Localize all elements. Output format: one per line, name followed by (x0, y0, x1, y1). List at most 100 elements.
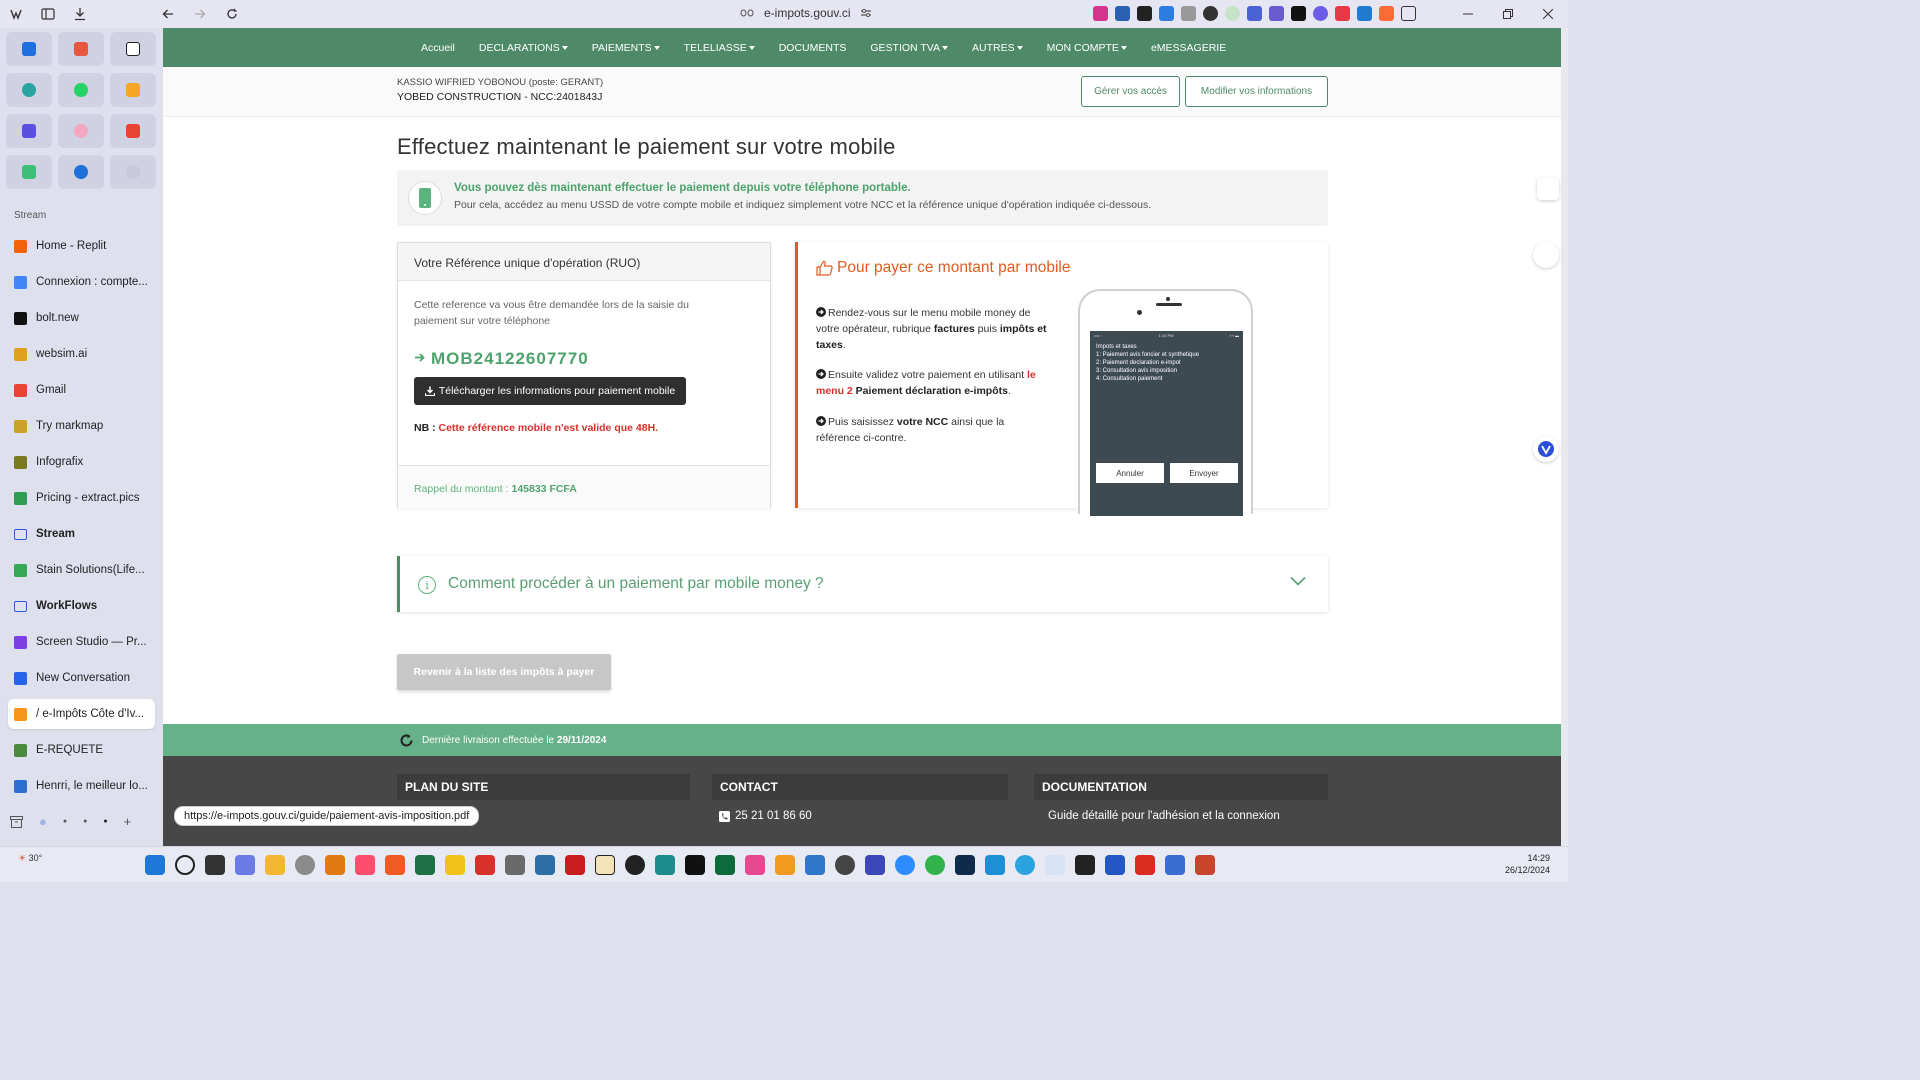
sidebar-item[interactable]: Gmail (8, 375, 155, 405)
nav-item[interactable]: TELELIASSE (672, 42, 767, 54)
chevron-down-icon[interactable] (1290, 576, 1306, 586)
archive-icon[interactable] (10, 815, 23, 828)
manage-access-button[interactable]: Gérer vos accès (1081, 76, 1180, 107)
extension-cube-icon[interactable] (1137, 6, 1152, 21)
task-view-icon[interactable] (205, 855, 225, 875)
search-icon[interactable] (175, 855, 195, 875)
sidebar-item[interactable]: Connexion : compte... (8, 267, 155, 297)
extension-arrow-icon[interactable] (1159, 6, 1174, 21)
pinned-edge-icon[interactable] (6, 73, 52, 107)
split-view-icon[interactable] (1401, 6, 1416, 21)
sidebar-item[interactable]: Henrri, le meilleur lo... (8, 771, 155, 801)
extension-camera-icon[interactable] (1181, 6, 1196, 21)
sidebar-item[interactable]: Try markmap (8, 411, 155, 441)
sidebar-item[interactable]: WorkFlows (8, 591, 155, 621)
nav-item[interactable]: GESTION TVA (858, 42, 960, 54)
back-to-list-button[interactable]: Revenir à la liste des impôts à payer (397, 654, 611, 690)
footer-doc-link[interactable]: Guide détaillé pour l'adhésion et la con… (1048, 810, 1280, 822)
app-black-icon[interactable] (685, 855, 705, 875)
faq-accordion[interactable]: i Comment procéder à un paiement par mob… (397, 556, 1328, 612)
zoom-icon[interactable] (895, 855, 915, 875)
tune-icon[interactable] (860, 8, 872, 18)
davinci-icon[interactable] (1075, 855, 1095, 875)
sidebar-item[interactable]: E-REQUETE (8, 735, 155, 765)
page-scrollbar[interactable] (1561, 28, 1568, 846)
brave-icon[interactable] (385, 855, 405, 875)
sidebar-item[interactable]: / e-Impôts Côte d'Iv... (8, 699, 155, 729)
nav-item[interactable]: AUTRES (960, 42, 1035, 54)
extension-grid-icon[interactable] (1247, 6, 1262, 21)
app-notes-icon[interactable] (1165, 855, 1185, 875)
extension-store-icon[interactable] (1379, 6, 1394, 21)
app-leaf-icon[interactable] (925, 855, 945, 875)
app-blue-icon[interactable] (535, 855, 555, 875)
space-dot-icon[interactable]: ● (63, 818, 67, 825)
reload-icon[interactable] (224, 6, 240, 22)
extension-avatar-icon[interactable] (1335, 6, 1350, 21)
add-space-icon[interactable]: + (124, 814, 132, 829)
pinned-empty-icon[interactable] (110, 155, 156, 189)
minimize-icon[interactable] (1448, 0, 1488, 28)
download-icon[interactable] (72, 6, 88, 22)
sidebar-item[interactable]: bolt.new (8, 303, 155, 333)
sidebar-item[interactable]: Pricing - extract.pics (8, 483, 155, 513)
site-info-icon[interactable] (740, 8, 754, 18)
sidebar-item[interactable]: Stain Solutions(Life... (8, 555, 155, 585)
photoshop-icon[interactable] (955, 855, 975, 875)
app-teal-icon[interactable] (655, 855, 675, 875)
extension-mask-icon[interactable] (1291, 6, 1306, 21)
app-orange-icon[interactable] (775, 855, 795, 875)
weather-widget[interactable]: ☀ 30° (18, 853, 42, 864)
powerbi-icon[interactable] (445, 855, 465, 875)
space-dot-icon[interactable]: ● (39, 814, 47, 829)
nav-item[interactable]: PAIEMENTS (580, 42, 672, 54)
acrobat-reader-icon[interactable] (1135, 855, 1155, 875)
pinned-gmail-icon[interactable] (110, 114, 156, 148)
extension-s-icon[interactable] (1357, 6, 1372, 21)
app-g-icon[interactable] (865, 855, 885, 875)
nav-item[interactable]: DOCUMENTS (767, 42, 859, 54)
app-green-icon[interactable] (715, 855, 735, 875)
app-pink-icon[interactable] (745, 855, 765, 875)
obs-icon[interactable] (835, 855, 855, 875)
restore-icon[interactable] (1488, 0, 1528, 28)
app-paint-icon[interactable] (1045, 855, 1065, 875)
extension-download-icon[interactable] (1093, 6, 1108, 21)
sidebar-item[interactable]: Infografix (8, 447, 155, 477)
copilot-icon[interactable] (235, 855, 255, 875)
pinned-chart-icon[interactable] (110, 73, 156, 107)
sidebar-item[interactable]: Screen Studio — Pr... (8, 627, 155, 657)
app-tiles-icon[interactable] (805, 855, 825, 875)
sidebar-item[interactable]: Home - Replit (8, 231, 155, 261)
url-text[interactable]: e-impots.gouv.ci (764, 6, 850, 20)
close-icon[interactable] (1528, 0, 1568, 28)
extension-sun-icon[interactable] (1313, 6, 1328, 21)
sidebar-item[interactable]: New Conversation (8, 663, 155, 693)
app-p-icon[interactable] (595, 855, 615, 875)
floating-assistant-icon[interactable] (1533, 436, 1559, 462)
chatgpt-icon[interactable] (625, 855, 645, 875)
extension-leaf-icon[interactable] (1225, 6, 1240, 21)
pinned-dropbox-icon[interactable] (6, 32, 52, 66)
pinned-bars-icon[interactable] (6, 155, 52, 189)
address-bar[interactable]: e-impots.gouv.ci (740, 6, 872, 20)
download-mobile-info-button[interactable]: Télécharger les informations pour paieme… (414, 377, 686, 405)
nav-item[interactable]: DECLARATIONS (467, 42, 580, 54)
pinned-v-icon[interactable] (6, 114, 52, 148)
system-clock[interactable]: 14:29 26/12/2024 (1505, 852, 1550, 876)
pinned-pink-icon[interactable] (58, 114, 104, 148)
sidebar-toggle-icon[interactable] (40, 6, 56, 22)
telegram-icon[interactable] (1015, 855, 1035, 875)
nav-item[interactable]: MON COMPTE (1035, 42, 1139, 54)
pinned-m-icon[interactable] (58, 32, 104, 66)
floating-translate-icon[interactable] (1537, 178, 1559, 200)
excel-icon[interactable] (415, 855, 435, 875)
arc-browser-icon[interactable] (355, 855, 375, 875)
space-dot-icon[interactable]: ● (83, 818, 87, 825)
forward-icon[interactable] (192, 6, 208, 22)
sidebar-item[interactable]: websim.ai (8, 339, 155, 369)
extension-tiles-icon[interactable] (1269, 6, 1284, 21)
pinned-whatsapp-icon[interactable] (58, 73, 104, 107)
file-explorer-icon[interactable] (265, 855, 285, 875)
app-pen-icon[interactable] (505, 855, 525, 875)
